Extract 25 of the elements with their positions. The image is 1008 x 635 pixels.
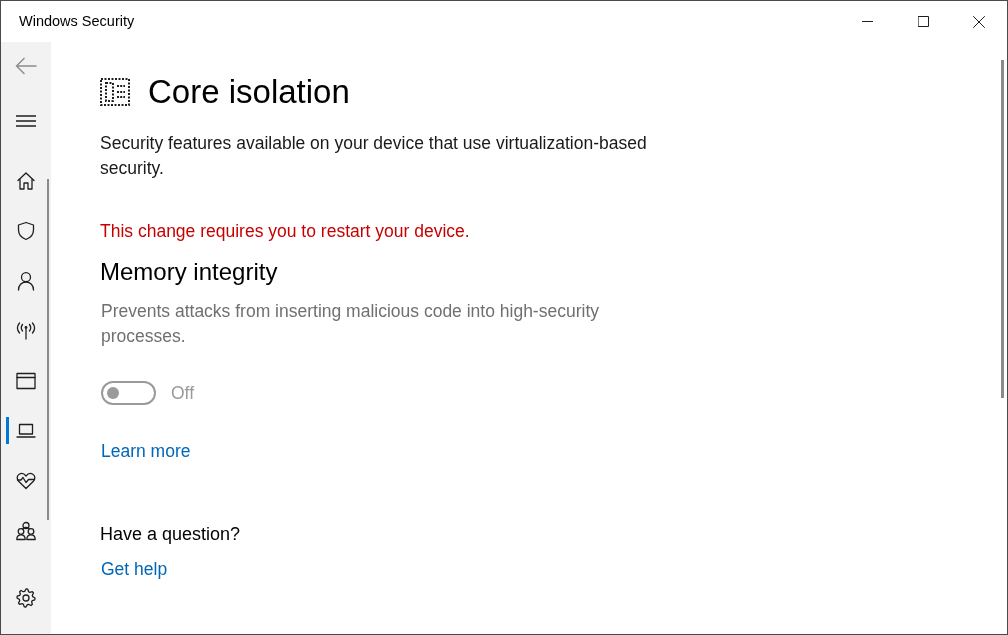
people-icon	[16, 521, 36, 541]
section-description: Prevents attacks from inserting malicious code into high-security processes.	[101, 300, 600, 348]
heart-icon	[16, 472, 36, 490]
laptop-icon	[16, 423, 36, 439]
chip-icon	[100, 78, 130, 106]
minimize-icon	[861, 21, 873, 22]
section-title: Memory integrity	[100, 257, 279, 287]
page-title: Core isolation	[148, 72, 350, 112]
learn-more-link[interactable]: Learn more	[101, 439, 191, 464]
shield-icon	[16, 221, 36, 241]
toggle-state-label: Off	[171, 381, 195, 405]
back-arrow-icon	[15, 57, 37, 75]
antenna-icon	[16, 321, 36, 341]
person-icon	[16, 271, 36, 291]
close-icon	[973, 15, 985, 28]
page-description: Security features available on your device that use virtualization-based security.	[100, 132, 648, 180]
gear-icon	[16, 588, 36, 608]
maximize-icon	[917, 16, 929, 27]
get-help-link[interactable]: Get help	[101, 557, 168, 582]
menu-icon	[16, 115, 36, 127]
restart-warning: This change requires you to restart your device.	[100, 220, 471, 243]
window-title: Windows Security	[18, 11, 136, 31]
home-icon	[16, 171, 36, 191]
window-icon	[16, 372, 36, 390]
help-heading: Have a question?	[100, 523, 242, 546]
